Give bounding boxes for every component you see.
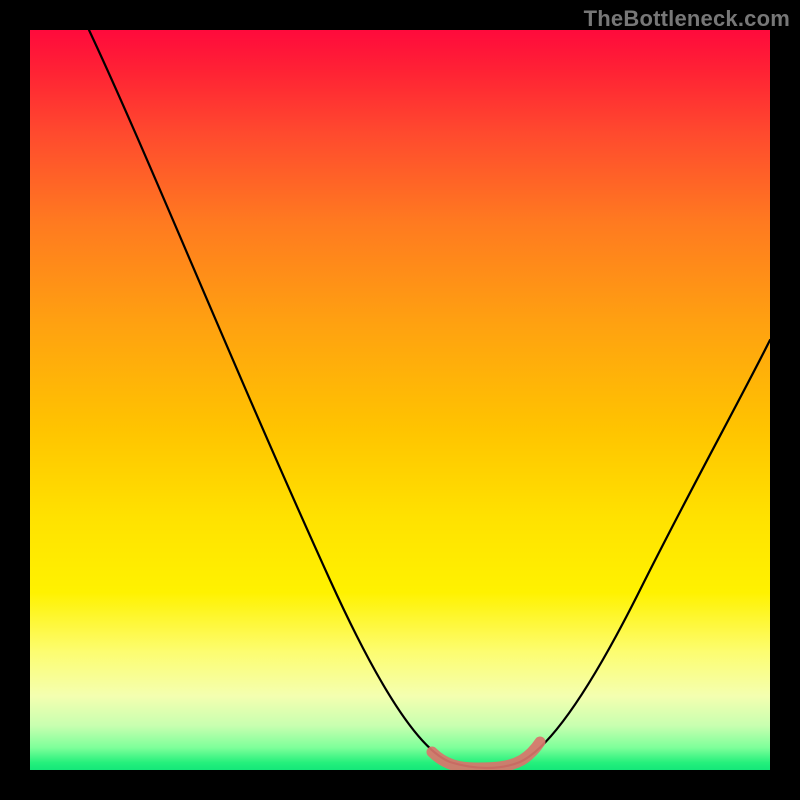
watermark-text: TheBottleneck.com — [584, 6, 790, 32]
curve-svg — [30, 30, 770, 770]
chart-frame: TheBottleneck.com — [0, 0, 800, 800]
plot-area — [30, 30, 770, 770]
highlight-segment — [432, 742, 540, 768]
bottleneck-curve — [89, 30, 770, 768]
